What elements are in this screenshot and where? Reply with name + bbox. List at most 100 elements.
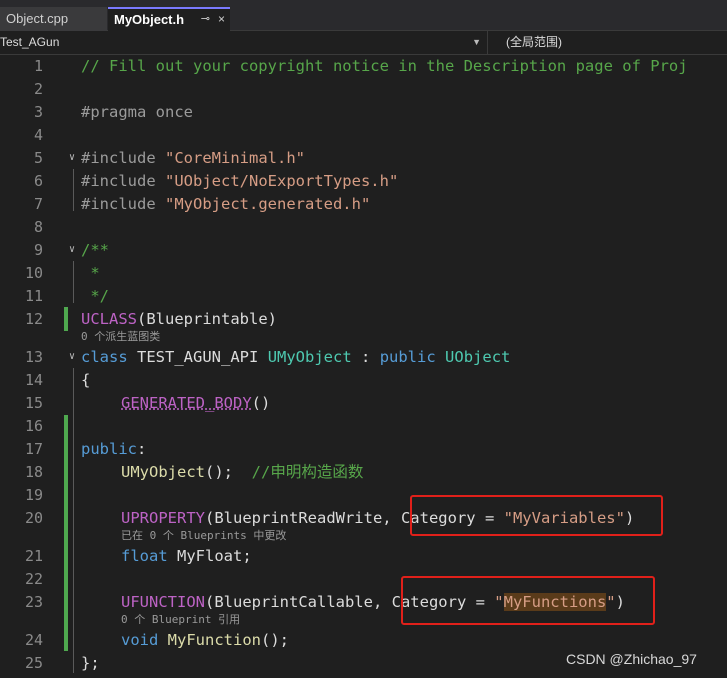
scope-label: (全局范围): [506, 35, 562, 49]
include-path: "UObject/NoExportTypes.h": [165, 172, 399, 190]
base-class: UObject: [445, 348, 511, 366]
code-line-5: #include "CoreMinimal.h": [81, 149, 305, 167]
watermark: CSDN @Zhichao_97: [566, 651, 697, 667]
uproperty-macro: UPROPERTY: [121, 509, 205, 527]
scope-dropdown[interactable]: (全局范围): [506, 31, 562, 53]
public-keyword: public: [81, 440, 137, 458]
line-number: 24: [24, 631, 43, 649]
constructor-comment: //申明构造函数: [251, 463, 364, 481]
line-number: 15: [24, 394, 43, 412]
codelens-hint[interactable]: 0 个派生蓝图类: [81, 330, 160, 343]
line-number: 4: [33, 126, 43, 144]
close-icon[interactable]: ×: [218, 9, 225, 30]
code-line-9: /**: [81, 241, 109, 259]
include-keyword: #include: [81, 149, 156, 167]
void-keyword: void: [121, 631, 159, 649]
line-number: 13: [24, 348, 43, 366]
line-number: 8: [33, 218, 43, 236]
line-number: 25: [24, 654, 43, 672]
function-args: ();: [261, 631, 289, 649]
code-line-17: public:: [81, 440, 146, 458]
code-line-25: };: [81, 654, 100, 672]
variable-decl: MyFloat;: [167, 547, 252, 565]
code-line-3: #pragma once: [81, 103, 193, 121]
line-number: 12: [24, 310, 43, 328]
colon: :: [137, 440, 147, 458]
line-number: 7: [33, 195, 43, 213]
line-number: 19: [24, 486, 43, 504]
uproperty-args: (BlueprintReadWrite,: [205, 509, 401, 527]
fold-guide: [73, 368, 74, 673]
pragma-rest: once: [146, 103, 193, 121]
public-keyword: public: [379, 348, 436, 366]
line-number: 18: [24, 463, 43, 481]
line-number: 1: [33, 57, 43, 75]
include-keyword: #include: [81, 172, 156, 190]
line-number: 3: [33, 103, 43, 121]
api-macro: TEST_AGUN_API: [137, 348, 259, 366]
line-number: 20: [24, 509, 43, 527]
ufunction-args: (BlueprintCallable,: [205, 593, 392, 611]
line-number: 9: [33, 241, 43, 259]
fold-guide: [73, 169, 74, 211]
line-number: 22: [24, 570, 43, 588]
line-number: 17: [24, 440, 43, 458]
function-name: MyFunction: [167, 631, 261, 649]
code-line-21: float MyFloat;: [121, 547, 252, 565]
class-keyword: class: [81, 348, 128, 366]
project-dropdown[interactable]: Test_AGun ▼: [0, 31, 488, 54]
line-number: 21: [24, 547, 43, 565]
code-editor[interactable]: 1 2 3 4 5 6 7 8 9 10 11 12 13 14 15 16 1…: [0, 55, 727, 678]
include-keyword: #include: [81, 195, 156, 213]
tab-label: MyObject.h: [114, 12, 185, 27]
constructor-name: UMyObject: [121, 463, 205, 481]
annotation-box-category: [410, 495, 663, 536]
colon: :: [351, 348, 380, 366]
class-name: UMyObject: [267, 348, 352, 366]
fold-icon[interactable]: ∨: [69, 149, 75, 167]
project-name: Test_AGun: [0, 35, 60, 49]
uclass-macro: UCLASS: [81, 310, 137, 328]
constructor-args: ();: [205, 463, 252, 481]
line-number: 10: [24, 264, 43, 282]
code-line-10: *: [81, 264, 100, 282]
code-line-1: // Fill out your copyright notice in the…: [81, 57, 688, 75]
chevron-down-icon: ▼: [472, 37, 481, 47]
tab-object-cpp[interactable]: Object.cpp: [0, 7, 107, 31]
code-line-13: class TEST_AGUN_API UMyObject : public U…: [81, 348, 510, 366]
change-marker: [64, 415, 68, 651]
tab-label: Object.cpp: [6, 11, 69, 26]
codelens-hint[interactable]: 已在 0 个 Blueprints 中更改: [121, 529, 286, 542]
ufunction-macro: UFUNCTION: [121, 593, 205, 611]
annotation-box-category: [401, 576, 655, 625]
line-number: 5: [33, 149, 43, 167]
tab-myobject-h[interactable]: MyObject.h ⊸ ×: [108, 7, 230, 31]
codelens-hint[interactable]: 0 个 Blueprint 引用: [121, 613, 240, 626]
code-line-14: {: [81, 371, 91, 389]
fold-icon[interactable]: ∨: [69, 241, 75, 259]
line-number: 6: [33, 172, 43, 190]
code-line-6: #include "UObject/NoExportTypes.h": [81, 172, 398, 190]
include-path: "MyObject.generated.h": [165, 195, 371, 213]
code-line-7: #include "MyObject.generated.h": [81, 195, 370, 213]
code-line-15: GENERATED_BODY(): [121, 394, 270, 412]
pragma-keyword: #pragma: [81, 103, 147, 121]
tab-bar: Object.cpp MyObject.h ⊸ ×: [0, 0, 727, 31]
pin-icon[interactable]: ⊸: [201, 9, 210, 30]
code-line-12: UCLASS(Blueprintable): [81, 310, 277, 328]
fold-icon[interactable]: ∨: [69, 348, 75, 366]
change-marker: [64, 307, 68, 331]
include-path: "CoreMinimal.h": [165, 149, 305, 167]
generated-body-macro: GENERATED_BODY: [121, 394, 252, 412]
line-number: 2: [33, 80, 43, 98]
line-number: 23: [24, 593, 43, 611]
generated-body-args: (): [251, 394, 271, 412]
line-number: 14: [24, 371, 43, 389]
uclass-args: (Blueprintable): [137, 310, 277, 328]
code-line-24: void MyFunction();: [121, 631, 289, 649]
float-keyword: float: [121, 547, 168, 565]
line-number: 16: [24, 417, 43, 435]
code-line-18: UMyObject(); //申明构造函数: [121, 463, 363, 481]
navigation-bar: Test_AGun ▼ (全局范围): [0, 31, 727, 55]
line-number: 11: [24, 287, 43, 305]
